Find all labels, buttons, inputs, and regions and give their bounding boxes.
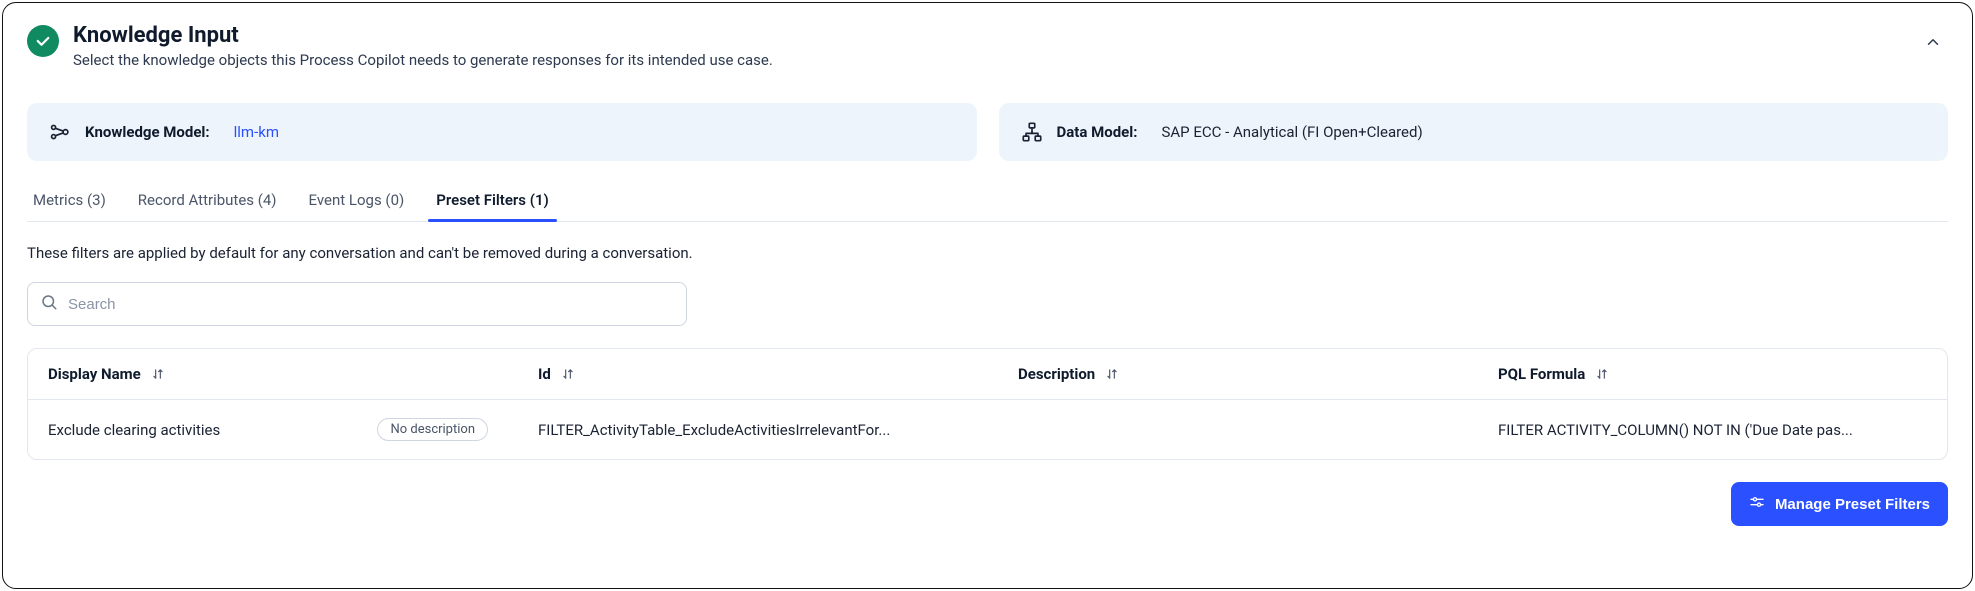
manage-preset-filters-label: Manage Preset Filters bbox=[1775, 496, 1930, 513]
tab-event-logs[interactable]: Event Logs (0) bbox=[307, 179, 407, 221]
col-description[interactable]: Description bbox=[1018, 365, 1498, 383]
col-pql-formula[interactable]: PQL Formula bbox=[1498, 365, 1927, 383]
data-model-icon bbox=[1021, 121, 1043, 143]
search-icon bbox=[40, 293, 58, 315]
data-model-label: Data Model: bbox=[1057, 123, 1138, 141]
data-model-card: Data Model: SAP ECC - Analytical (FI Ope… bbox=[999, 103, 1949, 161]
check-icon bbox=[27, 25, 59, 57]
no-description-badge: No description bbox=[377, 418, 488, 441]
cell-pql-formula: FILTER ACTIVITY_COLUMN() NOT IN ('Due Da… bbox=[1498, 421, 1927, 439]
header-text: Knowledge Input Select the knowledge obj… bbox=[73, 23, 773, 69]
sort-icon bbox=[1595, 367, 1609, 381]
cell-display-name: Exclude clearing activities No descripti… bbox=[48, 418, 538, 441]
col-pql-formula-label: PQL Formula bbox=[1498, 365, 1585, 383]
panel-title: Knowledge Input bbox=[73, 23, 773, 49]
search-box[interactable] bbox=[27, 282, 687, 326]
col-description-label: Description bbox=[1018, 365, 1095, 383]
cell-id: FILTER_ActivityTable_ExcludeActivitiesIr… bbox=[538, 421, 1018, 439]
search-row bbox=[27, 282, 1948, 326]
knowledge-model-link[interactable]: llm-km bbox=[234, 123, 279, 141]
sort-icon bbox=[1105, 367, 1119, 381]
col-id[interactable]: Id bbox=[538, 365, 1018, 383]
sort-icon bbox=[151, 367, 165, 381]
manage-preset-filters-button[interactable]: Manage Preset Filters bbox=[1731, 482, 1948, 526]
panel-subtitle: Select the knowledge objects this Proces… bbox=[73, 51, 773, 69]
preset-filters-table: Display Name Id Description PQL Formula bbox=[27, 348, 1948, 460]
col-display-name[interactable]: Display Name bbox=[48, 365, 538, 383]
tab-preset-filters[interactable]: Preset Filters (1) bbox=[434, 179, 551, 221]
tab-record-attributes[interactable]: Record Attributes (4) bbox=[136, 179, 279, 221]
sliders-icon bbox=[1749, 494, 1765, 514]
cell-display-name-text: Exclude clearing activities bbox=[48, 421, 220, 439]
tab-metrics[interactable]: Metrics (3) bbox=[31, 179, 108, 221]
tabs: Metrics (3) Record Attributes (4) Event … bbox=[27, 179, 1948, 222]
knowledge-input-panel: Knowledge Input Select the knowledge obj… bbox=[2, 2, 1973, 589]
collapse-toggle[interactable] bbox=[1924, 33, 1942, 55]
table-header: Display Name Id Description PQL Formula bbox=[28, 349, 1947, 400]
col-display-name-label: Display Name bbox=[48, 365, 141, 383]
sort-icon bbox=[561, 367, 575, 381]
search-input[interactable] bbox=[68, 296, 674, 313]
tab-description: These filters are applied by default for… bbox=[27, 244, 1948, 262]
knowledge-model-card: Knowledge Model: llm-km bbox=[27, 103, 977, 161]
table-row[interactable]: Exclude clearing activities No descripti… bbox=[28, 400, 1947, 459]
footer: Manage Preset Filters bbox=[27, 482, 1948, 526]
knowledge-model-label: Knowledge Model: bbox=[85, 123, 210, 141]
knowledge-model-icon bbox=[49, 121, 71, 143]
data-model-value: SAP ECC - Analytical (FI Open+Cleared) bbox=[1161, 123, 1422, 141]
panel-header: Knowledge Input Select the knowledge obj… bbox=[27, 23, 1948, 69]
info-cards: Knowledge Model: llm-km Data Model: SAP … bbox=[27, 103, 1948, 161]
col-id-label: Id bbox=[538, 365, 551, 383]
chevron-up-icon bbox=[1924, 33, 1942, 51]
